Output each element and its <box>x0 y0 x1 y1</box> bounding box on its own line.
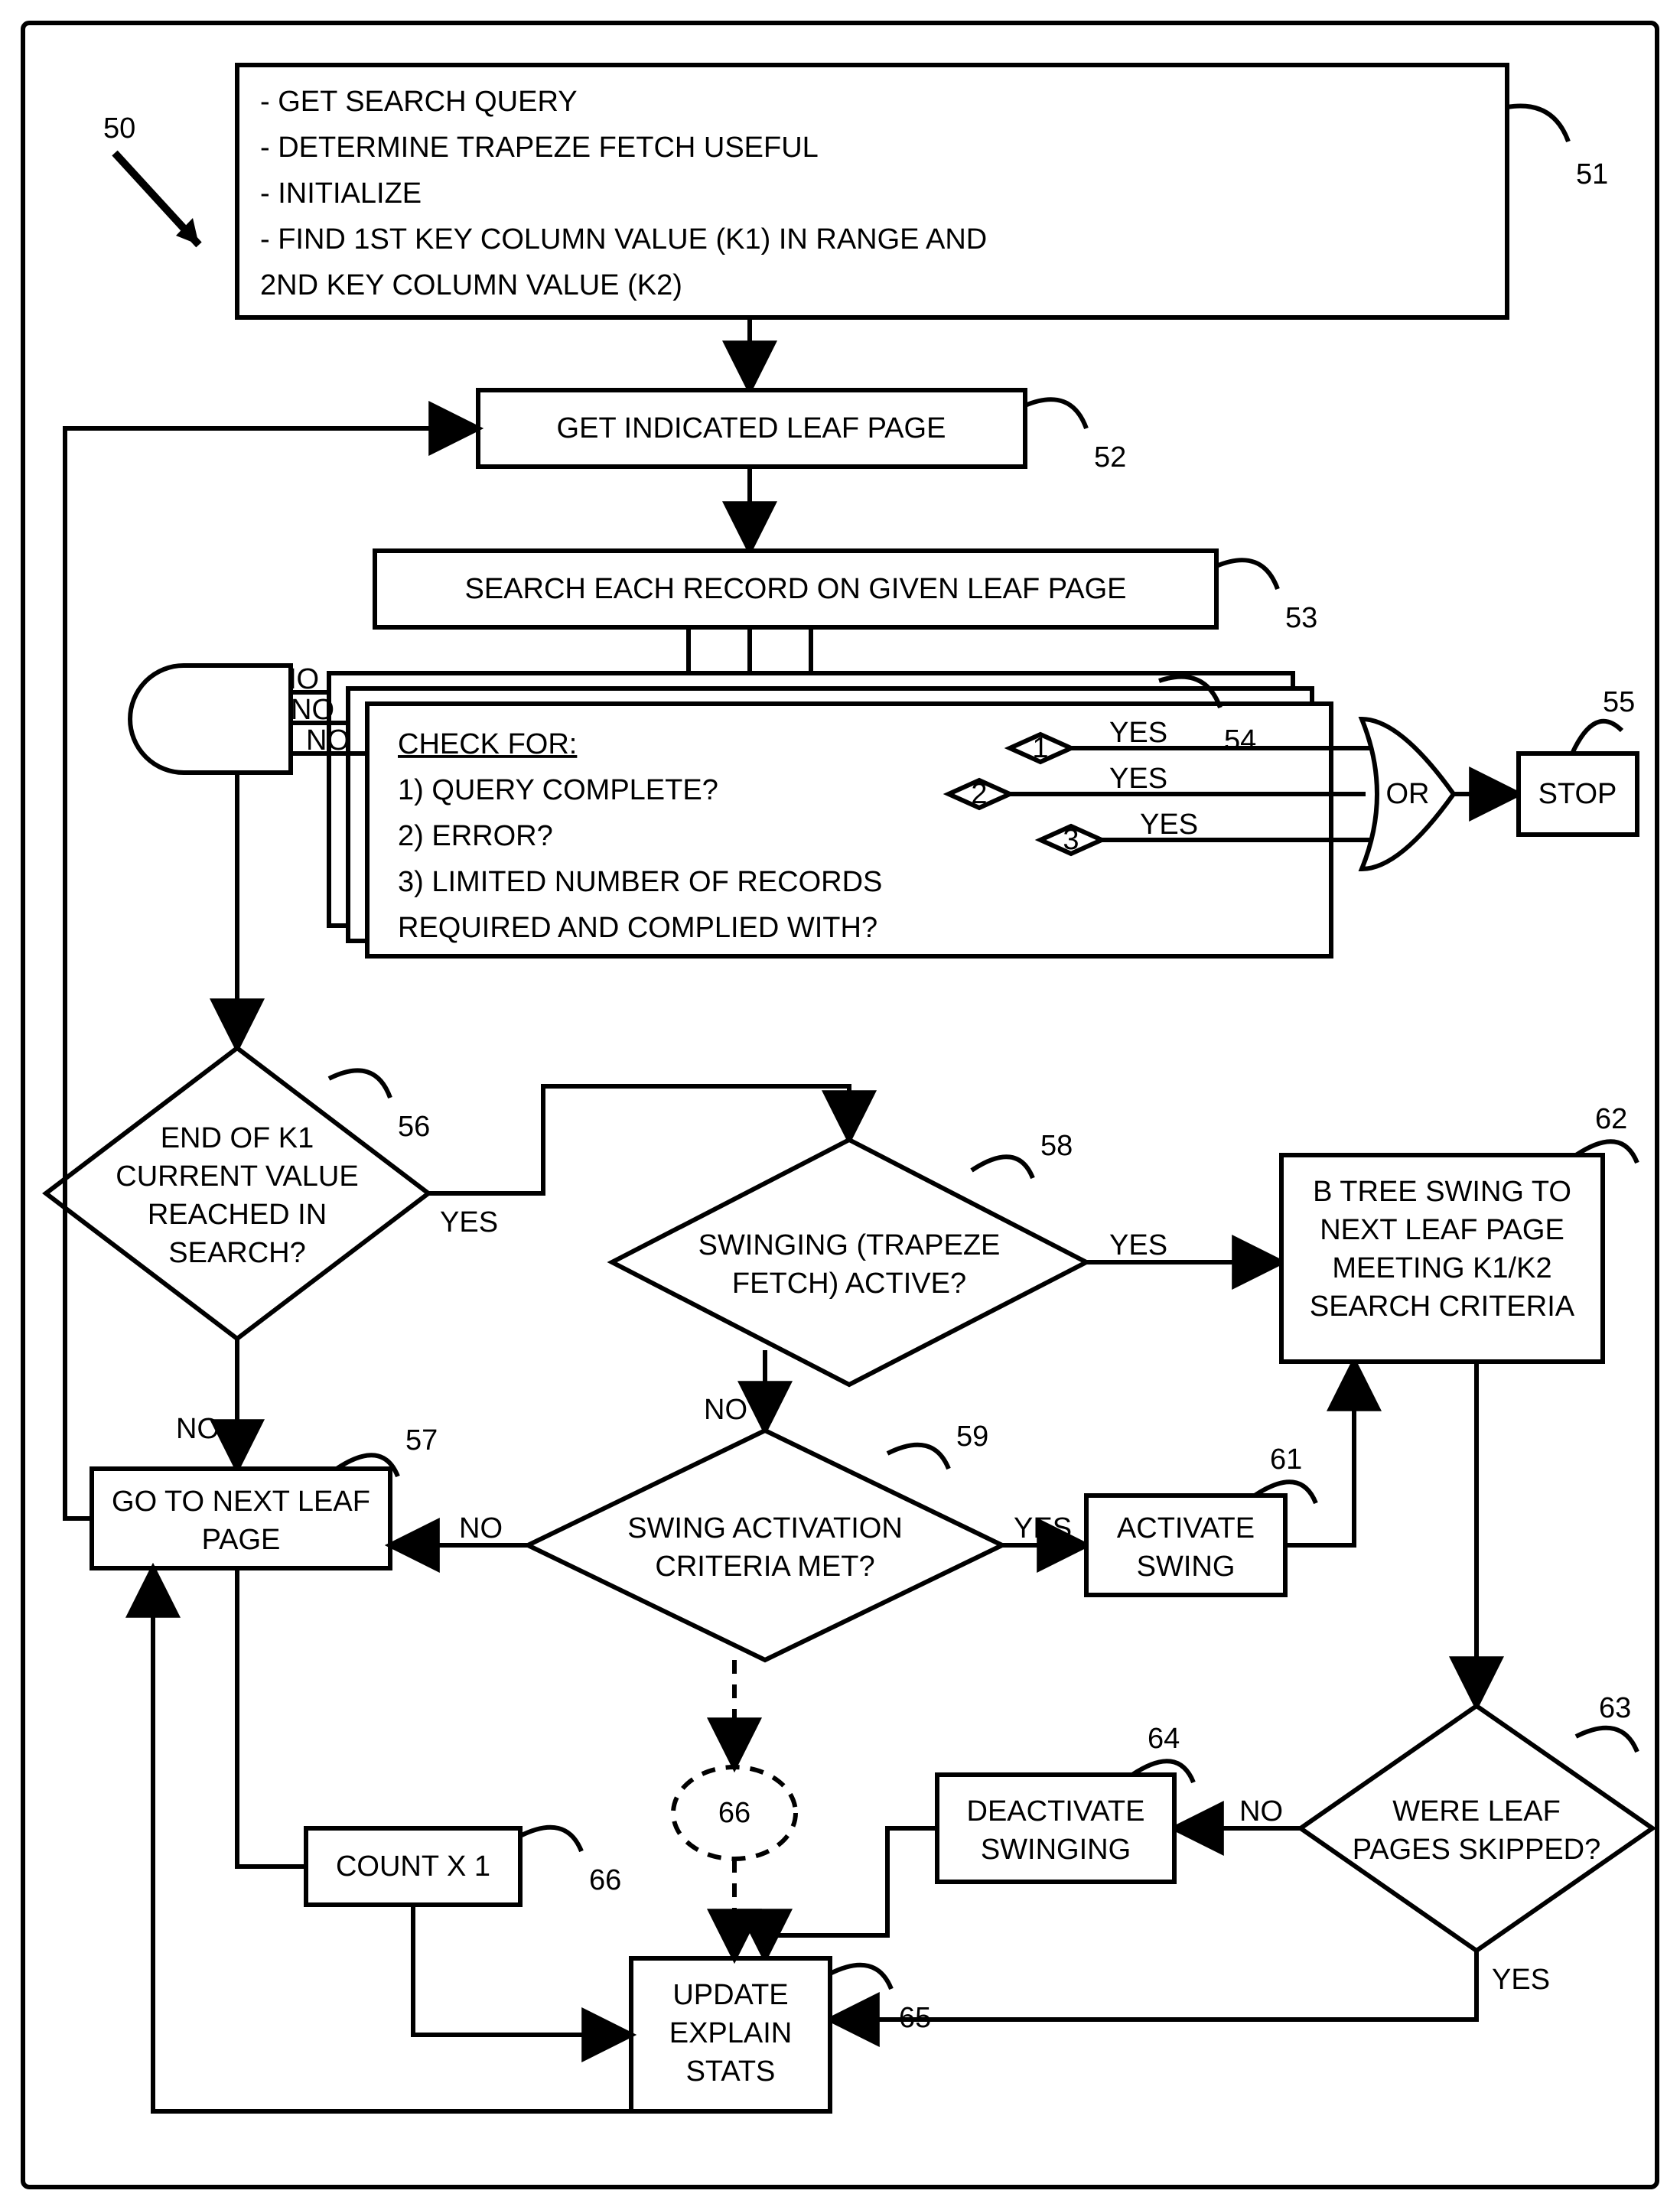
label-63: 63 <box>1599 1692 1631 1724</box>
svg-text:CRITERIA MET?: CRITERIA MET? <box>655 1551 874 1583</box>
svg-text:ACTIVATE: ACTIVATE <box>1117 1512 1255 1544</box>
yes-58: YES <box>1109 1229 1167 1261</box>
svg-text:PAGE: PAGE <box>202 1524 281 1556</box>
no-63: NO <box>1239 1795 1283 1828</box>
svg-text:GO TO NEXT LEAF: GO TO NEXT LEAF <box>112 1486 370 1518</box>
svg-text:2ND KEY COLUMN VALUE (K2): 2ND KEY COLUMN VALUE (K2) <box>260 269 682 301</box>
svg-text:- INITIALIZE: - INITIALIZE <box>260 177 422 210</box>
svg-text:PAGES SKIPPED?: PAGES SKIPPED? <box>1353 1834 1601 1866</box>
and-gate-icon <box>130 666 291 773</box>
label-52: 52 <box>1094 441 1126 474</box>
svg-text:- DETERMINE TRAPEZE FETCH USEF: - DETERMINE TRAPEZE FETCH USEFUL <box>260 132 819 164</box>
yes-59: YES <box>1014 1512 1072 1544</box>
box-53: SEARCH EACH RECORD ON GIVEN LEAF PAGE <box>375 551 1216 627</box>
label-58: 58 <box>1040 1130 1073 1162</box>
label-66a: 66 <box>589 1864 621 1896</box>
svg-text:3) LIMITED NUMBER OF RECORDS: 3) LIMITED NUMBER OF RECORDS <box>398 866 882 898</box>
flowchart: 50 - GET SEARCH QUERY - DETERMINE TRAPEZ… <box>0 0 1680 2210</box>
label-56: 56 <box>398 1111 430 1143</box>
svg-text:REACHED IN: REACHED IN <box>148 1199 327 1231</box>
label-51: 51 <box>1576 158 1608 190</box>
label-53: 53 <box>1285 602 1317 634</box>
label-62: 62 <box>1595 1103 1627 1135</box>
box-61: ACTIVATE SWING <box>1086 1496 1285 1595</box>
svg-text:STATS: STATS <box>686 2055 776 2088</box>
no-58: NO <box>704 1394 747 1426</box>
box-51: - GET SEARCH QUERY - DETERMINE TRAPEZE F… <box>237 65 1507 317</box>
yes-56: YES <box>440 1206 498 1238</box>
label-54: 54 <box>1224 724 1256 757</box>
svg-text:UPDATE: UPDATE <box>672 1979 788 2011</box>
label-57: 57 <box>405 1424 438 1457</box>
svg-text:SWING ACTIVATION: SWING ACTIVATION <box>627 1512 903 1544</box>
label-65: 65 <box>899 2002 931 2034</box>
svg-text:REQUIRED AND COMPLIED WITH?: REQUIRED AND COMPLIED WITH? <box>398 912 877 944</box>
svg-text:OR: OR <box>1386 778 1430 810</box>
svg-text:FETCH) ACTIVE?: FETCH) ACTIVE? <box>732 1268 966 1300</box>
svg-text:NEXT LEAF PAGE: NEXT LEAF PAGE <box>1320 1214 1564 1246</box>
box-64: DEACTIVATE SWINGING <box>937 1775 1174 1882</box>
svg-text:SWING: SWING <box>1137 1551 1236 1583</box>
yes-63: YES <box>1492 1964 1550 1996</box>
svg-text:SWINGING (TRAPEZE: SWINGING (TRAPEZE <box>698 1229 1001 1261</box>
svg-text:2) ERROR?: 2) ERROR? <box>398 820 553 852</box>
svg-text:SEARCH?: SEARCH? <box>168 1237 306 1269</box>
svg-text:CHECK FOR:: CHECK FOR: <box>398 728 577 760</box>
svg-text:CURRENT VALUE: CURRENT VALUE <box>116 1160 358 1193</box>
yes-2: YES <box>1109 763 1167 795</box>
box-62: B TREE SWING TO NEXT LEAF PAGE MEETING K… <box>1281 1155 1603 1362</box>
label-50: 50 <box>103 112 135 145</box>
svg-text:1: 1 <box>1032 732 1048 764</box>
label-61: 61 <box>1270 1443 1302 1476</box>
svg-text:- FIND 1ST KEY COLUMN VALUE (K: - FIND 1ST KEY COLUMN VALUE (K1) IN RANG… <box>260 223 987 256</box>
box-55-stop: STOP <box>1519 753 1637 835</box>
no-3: NO <box>306 724 350 757</box>
svg-text:1) QUERY COMPLETE?: 1) QUERY COMPLETE? <box>398 774 718 806</box>
svg-text:SEARCH EACH RECORD ON GIVEN LE: SEARCH EACH RECORD ON GIVEN LEAF PAGE <box>464 573 1126 605</box>
svg-text:GET INDICATED LEAF PAGE: GET INDICATED LEAF PAGE <box>557 412 946 444</box>
svg-text:- GET SEARCH QUERY: - GET SEARCH QUERY <box>260 86 578 118</box>
svg-text:END OF K1: END OF K1 <box>161 1122 314 1154</box>
svg-text:COUNT X 1: COUNT X 1 <box>336 1850 490 1883</box>
box-57: GO TO NEXT LEAF PAGE <box>92 1469 390 1568</box>
label-64: 64 <box>1148 1723 1180 1755</box>
svg-text:2: 2 <box>971 778 987 810</box>
svg-text:3: 3 <box>1063 824 1079 856</box>
no-56: NO <box>176 1413 220 1445</box>
svg-text:SEARCH CRITERIA: SEARCH CRITERIA <box>1310 1291 1575 1323</box>
svg-text:DEACTIVATE: DEACTIVATE <box>967 1795 1145 1828</box>
label-59: 59 <box>956 1421 988 1453</box>
no-2: NO <box>291 694 334 726</box>
box-66: COUNT X 1 <box>306 1828 520 1905</box>
svg-text:STOP: STOP <box>1538 778 1617 810</box>
no-59: NO <box>459 1512 503 1544</box>
svg-text:EXPLAIN: EXPLAIN <box>669 2017 793 2049</box>
svg-text:B TREE SWING TO: B TREE SWING TO <box>1313 1176 1571 1208</box>
svg-text:WERE LEAF: WERE LEAF <box>1392 1795 1561 1828</box>
svg-text:66: 66 <box>718 1797 750 1829</box>
label-55: 55 <box>1603 686 1635 718</box>
yes-3: YES <box>1140 809 1198 841</box>
box-65: UPDATE EXPLAIN STATS <box>631 1958 830 2111</box>
yes-1: YES <box>1109 717 1167 749</box>
box-52: GET INDICATED LEAF PAGE <box>478 390 1025 467</box>
svg-text:SWINGING: SWINGING <box>981 1834 1131 1866</box>
svg-text:MEETING K1/K2: MEETING K1/K2 <box>1332 1252 1551 1284</box>
